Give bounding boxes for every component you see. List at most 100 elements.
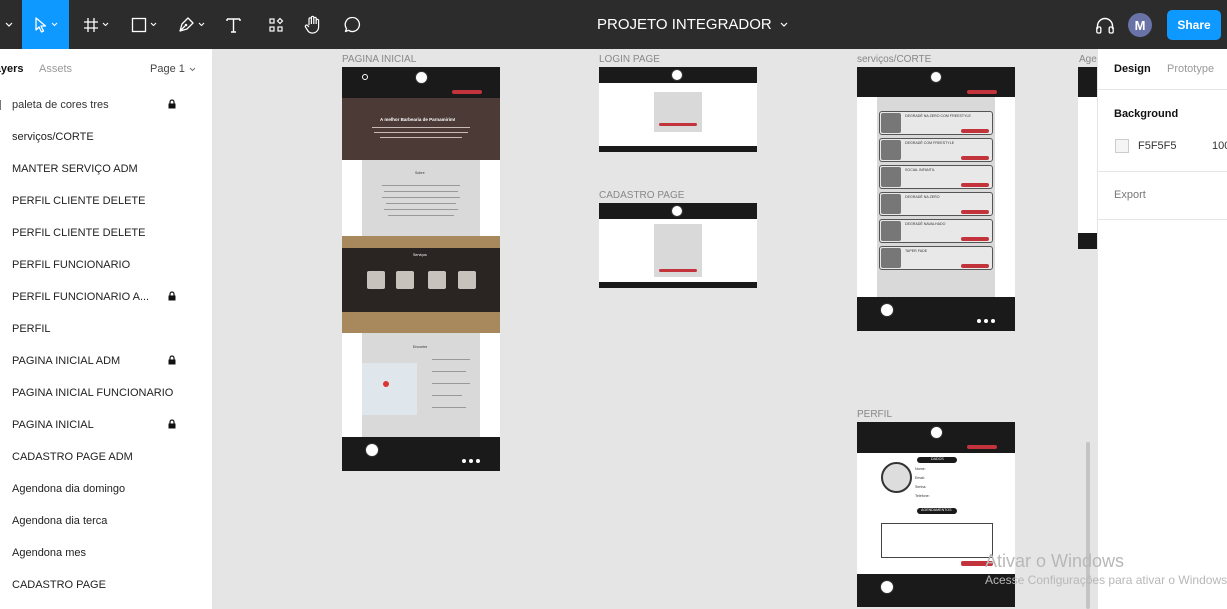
contact-line <box>432 371 466 372</box>
layer-name: PAGINA INICIAL FUNCIONARIO <box>12 387 174 399</box>
audio-headphones-button[interactable] <box>1093 0 1117 49</box>
comment-tool-button[interactable] <box>339 0 365 49</box>
layer-item[interactable]: PERFIL <box>0 313 212 345</box>
hero-text-line <box>372 127 470 128</box>
service-photo <box>881 221 901 241</box>
layer-item[interactable]: CADASTRO PAGE ADM <box>0 441 212 473</box>
service-agendar-button <box>961 237 989 241</box>
background-color-swatch[interactable] <box>1115 139 1129 153</box>
components-icon <box>269 17 284 32</box>
document-title[interactable]: PROJETO INTEGRADOR <box>597 0 788 49</box>
shape-tool-button[interactable] <box>126 0 162 49</box>
lock-icon[interactable] <box>168 355 176 365</box>
layer-item[interactable]: Agendona dia terca <box>0 505 212 537</box>
service-title: TAPER FADE <box>905 249 928 253</box>
user-avatar[interactable]: M <box>1128 13 1152 37</box>
frame-label-pagina-inicial[interactable]: PAGINA INICIAL <box>342 54 416 65</box>
frame-cadastro-page[interactable] <box>599 203 757 288</box>
service-thumb <box>367 271 385 289</box>
layer-item[interactable]: PERFIL FUNCIONARIO <box>0 249 212 281</box>
text-tool-button[interactable] <box>220 0 246 49</box>
frame-pagina-inicial[interactable]: A melhor Barbearia de Parnamirim! Sobre … <box>342 67 500 471</box>
logo-icon <box>671 205 683 217</box>
rectangle-icon <box>131 17 147 32</box>
tab-assets[interactable]: Assets <box>39 63 72 75</box>
hand-icon <box>304 15 320 34</box>
tab-layers[interactable]: Layers <box>0 63 23 75</box>
frame-label-login-page[interactable]: LOGIN PAGE <box>599 54 660 65</box>
frame-servicos-corte[interactable]: DEGRADÊ NA ZERO COM FREESTYLE DEGRADÊ CO… <box>857 67 1015 331</box>
tab-design[interactable]: Design <box>1114 63 1151 75</box>
background-section-title: Background <box>1114 108 1179 120</box>
servicos-band <box>342 248 500 312</box>
sobre-text-line <box>384 209 458 210</box>
sobre-text-line <box>384 191 458 192</box>
social-icon <box>984 319 988 323</box>
layer-item[interactable]: PAGINA INICIAL FUNCIONARIO <box>0 377 212 409</box>
logo-icon <box>930 71 942 83</box>
chevron-down-icon <box>150 22 157 27</box>
layer-item[interactable]: MANTER SERVIÇO ADM <box>0 153 212 185</box>
hero-image <box>342 98 500 160</box>
logo-icon <box>671 69 683 81</box>
background-opacity-input[interactable]: 100% <box>1212 140 1227 152</box>
tab-prototype[interactable]: Prototype <box>1167 63 1214 75</box>
social-icon <box>469 459 473 463</box>
frame-label-cadastro-page[interactable]: CADASTRO PAGE <box>599 190 684 201</box>
layer-item[interactable]: CADASTRO PAGE <box>0 569 212 601</box>
background-hex-input[interactable]: F5F5F5 <box>1138 140 1177 152</box>
layer-item[interactable]: PERFIL FUNCIONARIO A... <box>0 281 212 313</box>
contact-line <box>432 359 470 360</box>
share-button[interactable]: Share <box>1167 10 1221 40</box>
layer-item[interactable]: serviços/CORTE <box>0 121 212 153</box>
export-section-title[interactable]: Export <box>1114 189 1146 201</box>
frame-label-partial[interactable]: Age <box>1079 54 1097 65</box>
layer-item[interactable]: PERFIL CLIENTE DELETE <box>0 185 212 217</box>
sobre-text-line <box>386 203 456 204</box>
lock-icon[interactable] <box>168 291 176 301</box>
layer-item[interactable]: Agendona dia domingo <box>0 473 212 505</box>
layer-item[interactable]: Agendona mes <box>0 537 212 569</box>
service-photo <box>881 194 901 214</box>
lock-icon[interactable] <box>168 99 176 109</box>
contact-line <box>432 383 470 384</box>
layer-item[interactable]: PAGINA INICIAL <box>0 409 212 441</box>
pen-icon <box>178 17 194 32</box>
service-title: SOCIAL INFANTIL <box>905 168 935 172</box>
layer-name: CADASTRO PAGE <box>12 579 106 591</box>
login-card <box>654 92 702 132</box>
footer-logo-icon <box>880 303 894 317</box>
sobre-heading: Sobre <box>415 171 425 175</box>
pen-tool-button[interactable] <box>173 0 209 49</box>
social-icon <box>991 319 995 323</box>
frame-login-page[interactable] <box>599 67 757 152</box>
layer-item[interactable]: PERFIL CLIENTE DELETE <box>0 217 212 249</box>
field-telefone: Telefone: <box>915 494 930 498</box>
hand-tool-button[interactable] <box>300 0 326 49</box>
logo-icon <box>415 71 428 84</box>
main-menu-chevron-icon[interactable] <box>0 0 18 49</box>
service-photo <box>881 248 901 268</box>
frame-label-servicos-corte[interactable]: serviços/CORTE <box>857 54 931 65</box>
service-thumb <box>396 271 414 289</box>
properties-panel: Design Prototype Background F5F5F5 100% … <box>1097 49 1227 609</box>
field-nome: Nome: <box>915 467 926 471</box>
frame-tool-button[interactable] <box>78 0 114 49</box>
map-image <box>362 363 417 415</box>
page-selector[interactable]: Page 1 <box>150 63 196 75</box>
layer-name: PERFIL FUNCIONARIO A... <box>12 291 150 303</box>
frame-label-perfil[interactable]: PERFIL <box>857 409 892 420</box>
resources-tool-button[interactable] <box>263 0 289 49</box>
servicos-heading: Serviços <box>413 253 427 257</box>
service-title: DEGRADÊ NA ZERO <box>905 195 940 199</box>
design-canvas[interactable]: PAGINA INICIAL A melhor Barbearia de Par… <box>213 49 1097 609</box>
layer-item[interactable]: paleta de cores tres <box>0 89 212 121</box>
service-title: DEGRADÊ COM FREESTYLE <box>905 141 955 145</box>
sobre-text-line <box>382 185 460 186</box>
lock-icon[interactable] <box>168 419 176 429</box>
move-tool-button[interactable] <box>22 0 69 49</box>
layer-name: paleta de cores tres <box>12 99 109 111</box>
layer-item[interactable]: PAGINA INICIAL ADM <box>0 345 212 377</box>
frame-partial[interactable] <box>1078 67 1097 249</box>
footer-bar <box>599 146 757 152</box>
